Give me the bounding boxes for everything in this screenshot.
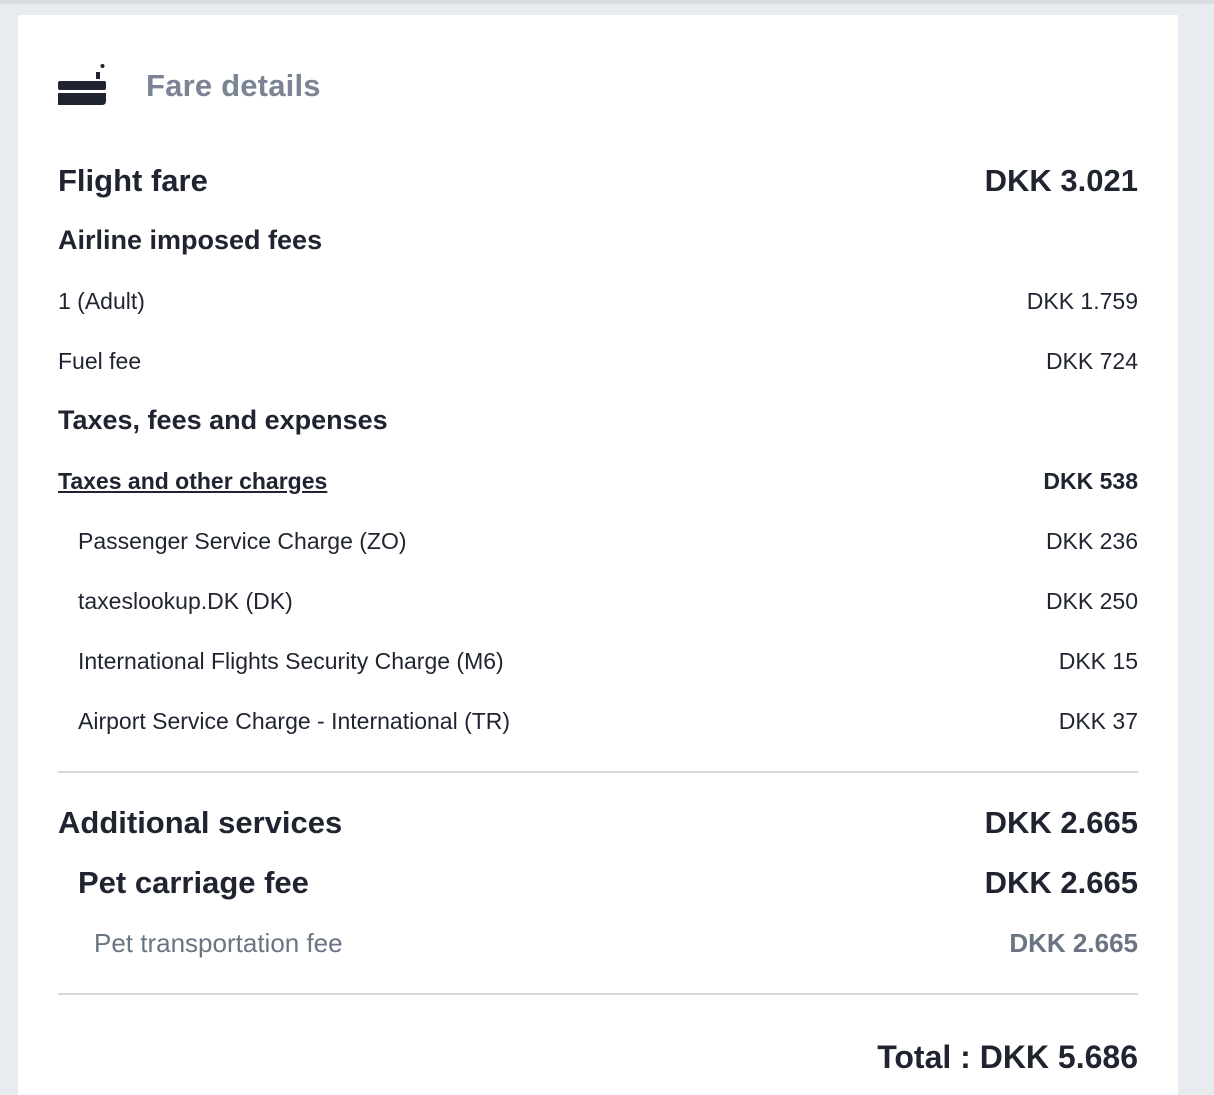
taxes-subheading-row: Taxes and other charges DKK 538 — [58, 468, 1138, 495]
pet-carriage-label: Pet carriage fee — [78, 865, 309, 900]
tax-amount: DKK 37 — [1058, 708, 1138, 734]
tax-row: International Flights Security Charge (M… — [58, 648, 1138, 675]
pet-carriage-row: Pet carriage fee DKK 2.665 — [58, 865, 1138, 901]
tax-label: Airport Service Charge - International (… — [78, 708, 511, 734]
fee-amount: DKK 1.759 — [1026, 288, 1138, 314]
tax-amount: DKK 15 — [1058, 648, 1138, 674]
tax-label: taxeslookup.DK (DK) — [78, 588, 293, 614]
additional-services-row: Additional services DKK 2.665 — [58, 805, 1138, 841]
fare-details-header: Fare details — [58, 61, 321, 111]
additional-services-amount: DKK 2.665 — [984, 805, 1138, 840]
flight-fare-label: Flight fare — [58, 163, 208, 198]
tax-row: Airport Service Charge - International (… — [58, 708, 1138, 735]
total-amount: Total : DKK 5.686 — [877, 1039, 1138, 1075]
fare-details-card: Fare details Flight fare DKK 3.021 Airli… — [18, 15, 1178, 1095]
section-divider — [58, 771, 1138, 773]
boarding-pass-icon — [58, 63, 108, 109]
tax-row: Passenger Service Charge (ZO) DKK 236 — [58, 528, 1138, 555]
flight-fare-amount: DKK 3.021 — [984, 163, 1138, 198]
fee-label: 1 (Adult) — [58, 288, 145, 314]
taxes-total-amount: DKK 538 — [1043, 468, 1138, 494]
taxes-heading-row: Taxes, fees and expenses — [58, 405, 1138, 436]
airline-fees-heading: Airline imposed fees — [58, 225, 323, 255]
tax-label: International Flights Security Charge (M… — [78, 648, 504, 674]
additional-services-label: Additional services — [58, 805, 343, 840]
tax-amount: DKK 250 — [1045, 588, 1138, 614]
fee-label: Fuel fee — [58, 348, 142, 374]
tax-amount: DKK 236 — [1045, 528, 1138, 554]
fee-amount: DKK 724 — [1045, 348, 1138, 374]
taxes-and-other-charges-link[interactable]: Taxes and other charges — [58, 468, 327, 495]
top-strip — [0, 0, 1214, 4]
fare-details-title: Fare details — [146, 68, 321, 103]
pet-transportation-row: Pet transportation fee DKK 2.665 — [58, 928, 1138, 959]
tax-label: Passenger Service Charge (ZO) — [78, 528, 407, 554]
taxes-heading: Taxes, fees and expenses — [58, 405, 388, 435]
fee-row-fuel: Fuel fee DKK 724 — [58, 348, 1138, 375]
fee-row-adult: 1 (Adult) DKK 1.759 — [58, 288, 1138, 315]
pet-carriage-amount: DKK 2.665 — [984, 865, 1138, 900]
tax-row: taxeslookup.DK (DK) DKK 250 — [58, 588, 1138, 615]
pet-transportation-label: Pet transportation fee — [94, 928, 343, 958]
total-divider — [58, 993, 1138, 995]
pet-transportation-amount: DKK 2.665 — [1009, 928, 1138, 958]
airline-fees-heading-row: Airline imposed fees — [58, 225, 1138, 256]
flight-fare-row: Flight fare DKK 3.021 — [58, 163, 1138, 199]
